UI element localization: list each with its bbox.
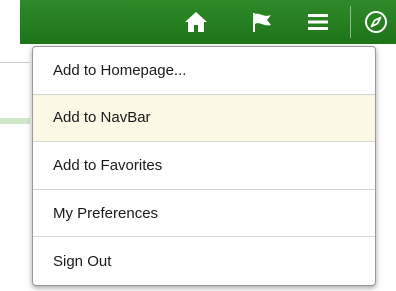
menu-item-add-to-homepage[interactable]: Add to Homepage... (33, 47, 375, 95)
menu-item-add-to-navbar[interactable]: Add to NavBar (33, 94, 375, 143)
menu-item-add-to-favorites[interactable]: Add to Favorites (33, 142, 375, 190)
page: Add to Homepage... Add to NavBar Add to … (0, 0, 396, 291)
actions-dropdown-menu: Add to Homepage... Add to NavBar Add to … (32, 46, 376, 286)
home-icon[interactable] (178, 0, 214, 44)
background-strip (0, 118, 30, 124)
compass-icon[interactable] (358, 0, 394, 44)
hamburger-menu-icon[interactable] (300, 0, 336, 44)
flag-icon[interactable] (244, 0, 280, 44)
header-bar (20, 0, 396, 44)
menu-item-my-preferences[interactable]: My Preferences (33, 190, 375, 238)
background-divider (0, 62, 30, 63)
menu-item-sign-out[interactable]: Sign Out (33, 237, 375, 285)
header-divider (350, 6, 351, 38)
